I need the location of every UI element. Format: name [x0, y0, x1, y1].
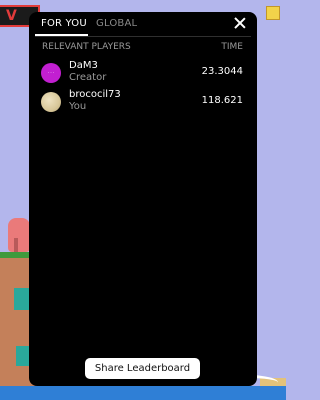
players-column-header: RELEVANT PLAYERS [42, 42, 131, 52]
tree-decoration [8, 218, 30, 252]
game-badge-icon [266, 6, 280, 20]
game-title-letter: V [6, 8, 17, 24]
share-leaderboard-button[interactable]: Share Leaderboard [85, 358, 200, 379]
leaderboard-row[interactable]: · · · DaM3 Creator 23.3044 [41, 60, 243, 88]
close-icon[interactable] [233, 16, 247, 30]
leaderboard-header: RELEVANT PLAYERS TIME [42, 42, 243, 52]
player-name: brococil73 [69, 89, 121, 100]
creator-avatar: · · · [41, 63, 61, 83]
tab-bar: FOR YOU GLOBAL [29, 12, 257, 39]
moon-avatar [41, 92, 61, 112]
player-role: You [69, 101, 87, 112]
tab-divider [35, 36, 251, 37]
tab-global[interactable]: GLOBAL [96, 18, 137, 29]
player-name: DaM3 [69, 60, 98, 71]
tab-for-you[interactable]: FOR YOU [41, 18, 87, 29]
player-time: 23.3044 [201, 66, 243, 77]
time-column-header: TIME [221, 42, 243, 52]
player-role: Creator [69, 72, 107, 83]
leaderboard-panel: FOR YOU GLOBAL RELEVANT PLAYERS TIME · ·… [29, 12, 257, 386]
player-time: 118.621 [201, 95, 243, 106]
leaderboard-row[interactable]: brococil73 You 118.621 [41, 89, 243, 117]
